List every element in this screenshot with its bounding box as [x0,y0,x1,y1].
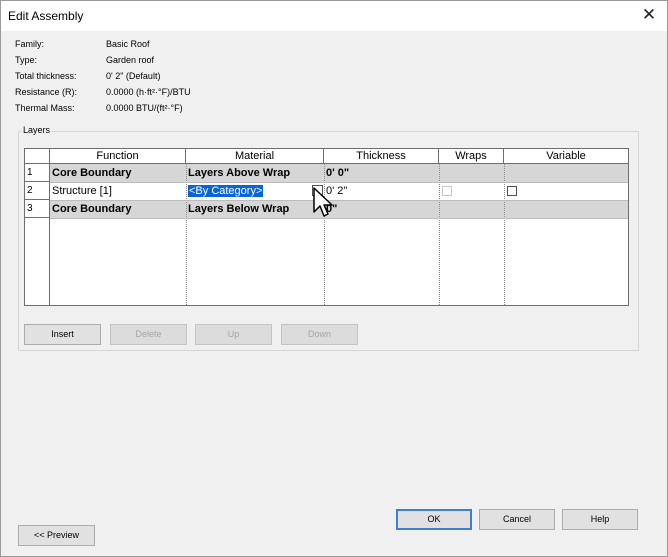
row-divider [50,182,628,183]
close-icon[interactable]: ✕ [631,1,667,31]
thermal-mass-label: Thermal Mass: [15,103,75,113]
edit-assembly-dialog: Edit Assembly ✕ Family: Basic Roof Type:… [0,0,668,557]
column-header-function[interactable]: Function [50,149,186,164]
resistance-label: Resistance (R): [15,87,78,97]
cancel-button[interactable]: Cancel [479,509,555,530]
row-header-empty-area [25,218,50,305]
table-corner [25,149,50,164]
type-value: Garden roof [106,55,155,65]
resistance-value: 0.0000 (h·ft²·°F)/BTU [106,87,191,97]
mouse-pointer-icon [313,187,333,217]
thermal-mass-value: 0.0000 BTU/(ft²·°F) [106,103,183,113]
down-button[interactable]: Down [281,324,358,345]
column-header-thickness[interactable]: Thickness [324,149,439,164]
column-header-variable[interactable]: Variable [504,149,628,164]
column-divider [439,164,440,305]
row-1-material[interactable]: Layers Above Wrap [186,164,324,182]
row-1-function[interactable]: Core Boundary [50,164,186,182]
row-2-material[interactable]: <By Category> [186,182,324,200]
row-2-function[interactable]: Structure [1] [50,182,186,200]
column-divider [504,164,505,305]
row-divider [50,200,628,201]
ok-button[interactable]: OK [396,509,472,530]
dialog-body: Family: Basic Roof Type: Garden roof Tot… [1,31,667,556]
layers-group-label: Layers [21,125,53,135]
row-3-material[interactable]: Layers Below Wrap [186,200,324,218]
up-button[interactable]: Up [195,324,272,345]
layers-table[interactable]: Function Material Thickness Wraps Variab… [24,148,629,306]
row-number-1[interactable]: 1 [25,164,50,182]
column-header-material[interactable]: Material [186,149,324,164]
row-2-variable-checkbox[interactable] [507,186,517,196]
row-1-thickness[interactable]: 0' 0" [324,164,439,182]
row-divider [50,218,628,219]
dialog-title: Edit Assembly [8,9,84,23]
total-thickness-value: 0' 2" (Default) [106,71,161,81]
help-button[interactable]: Help [562,509,638,530]
material-selected-value[interactable]: <By Category> [188,185,264,197]
family-value: Basic Roof [106,39,150,49]
row-3-function[interactable]: Core Boundary [50,200,186,218]
column-divider [186,164,187,305]
type-label: Type: [15,55,38,65]
preview-button[interactable]: << Preview [18,525,95,546]
row-2-wraps-checkbox[interactable] [442,186,452,196]
title-bar: Edit Assembly ✕ [1,1,667,31]
row-3-thickness[interactable]: 0" [324,200,439,218]
insert-button[interactable]: Insert [24,324,101,345]
row-2-thickness[interactable]: 0' 2" [324,182,439,200]
row-number-2[interactable]: 2 [25,182,50,200]
total-thickness-label: Total thickness: [15,71,77,81]
column-header-wraps[interactable]: Wraps [439,149,504,164]
delete-button[interactable]: Delete [110,324,187,345]
family-label: Family: [15,39,44,49]
row-number-3[interactable]: 3 [25,200,50,218]
